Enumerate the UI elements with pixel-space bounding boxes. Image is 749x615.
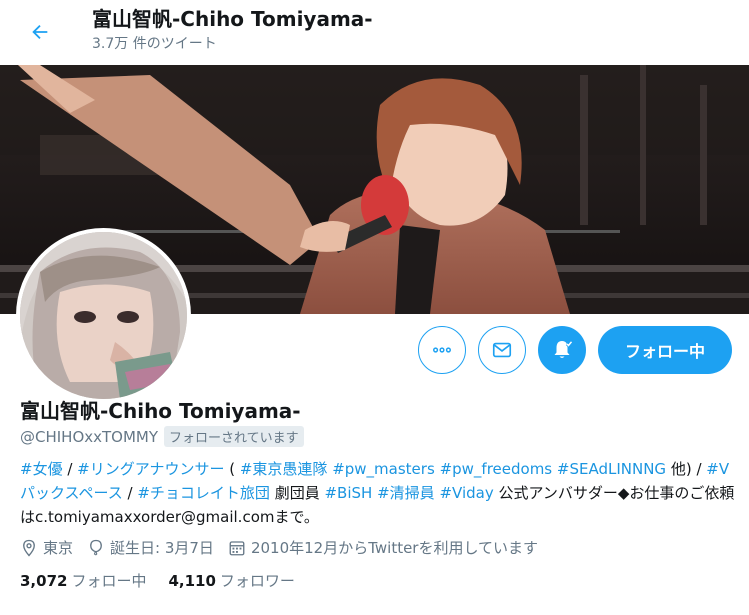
profile-info: 富山智帆-Chiho Tomiyama- @CHIHOxxTOMMY フォローさ… <box>20 398 735 591</box>
following-count: 3,072 <box>20 572 68 590</box>
birthday-text: 誕生日: 3月7日 <box>110 539 214 557</box>
hashtag-link[interactable]: #東京愚連隊 <box>240 460 328 478</box>
message-button[interactable] <box>478 326 526 374</box>
joined-item: 2010年12月からTwitterを利用しています <box>228 537 538 558</box>
back-button[interactable] <box>22 14 58 50</box>
hashtag-link[interactable]: #チョコレイト旅団 <box>137 484 270 502</box>
hashtag-link[interactable]: #BiSH <box>324 484 372 502</box>
location-item: 東京 <box>20 537 73 558</box>
handle-row: @CHIHOxxTOMMY フォローされています <box>20 426 735 447</box>
hashtag-link[interactable]: #pw_freedoms <box>440 460 553 478</box>
profile-name: 富山智帆-Chiho Tomiyama- <box>20 399 301 423</box>
balloon-icon <box>90 539 102 555</box>
birthday-item: 誕生日: 3月7日 <box>87 537 214 558</box>
hashtag-link[interactable]: #リングアナウンサー <box>77 460 224 478</box>
followers-label: フォロワー <box>219 572 295 590</box>
top-header: 富山智帆-Chiho Tomiyama- 3.7万 件のツイート <box>0 0 749 65</box>
joined-text: 2010年12月からTwitterを利用しています <box>250 539 539 557</box>
header-title-block: 富山智帆-Chiho Tomiyama- 3.7万 件のツイート <box>92 6 373 54</box>
bio-text: 劇団員 <box>269 484 325 502</box>
hashtag-link[interactable]: #Viday <box>439 484 493 502</box>
followers-count-link[interactable]: 4,110 フォロワー <box>168 570 294 591</box>
profile-handle: @CHIHOxxTOMMY <box>20 427 159 446</box>
profile-meta: 東京 誕生日: 3月7日 2010年12月からTwitterを利用しています <box>20 537 735 558</box>
hashtag-link[interactable]: #女優 <box>20 460 63 478</box>
notifications-button[interactable] <box>538 326 586 374</box>
calendar-icon <box>229 540 245 555</box>
more-button[interactable] <box>418 326 466 374</box>
bio-text: / <box>122 484 138 502</box>
following-button[interactable]: フォロー中 <box>598 326 732 374</box>
profile-bio: #女優 / #リングアナウンサー ( #東京愚連隊 #pw_masters #p… <box>20 457 735 529</box>
back-arrow-icon <box>32 24 48 40</box>
location-text: 東京 <box>43 539 74 557</box>
following-count-link[interactable]: 3,072 フォロー中 <box>20 570 146 591</box>
more-icon <box>433 347 451 353</box>
bio-text: / <box>62 460 78 478</box>
avatar[interactable] <box>16 228 191 403</box>
hashtag-link[interactable]: #清掃員 <box>377 484 435 502</box>
hashtag-link[interactable]: #SEAdLINNNG <box>557 460 666 478</box>
followers-count: 4,110 <box>168 572 216 590</box>
hashtag-link[interactable]: #pw_masters <box>332 460 435 478</box>
profile-actions: フォロー中 <box>418 326 732 374</box>
location-pin-icon <box>23 539 35 557</box>
follow-counts: 3,072 フォロー中 4,110 フォロワー <box>20 570 735 591</box>
envelope-icon <box>492 342 512 358</box>
following-label: フォロー中 <box>71 572 147 590</box>
bell-icon <box>554 340 573 358</box>
header-title: 富山智帆-Chiho Tomiyama- <box>92 7 373 31</box>
tweet-count: 3.7万 件のツイート <box>92 36 217 52</box>
bio-text: ( <box>224 460 240 478</box>
bio-text: 他) / <box>666 460 707 478</box>
follows-you-badge: フォローされています <box>164 426 304 447</box>
